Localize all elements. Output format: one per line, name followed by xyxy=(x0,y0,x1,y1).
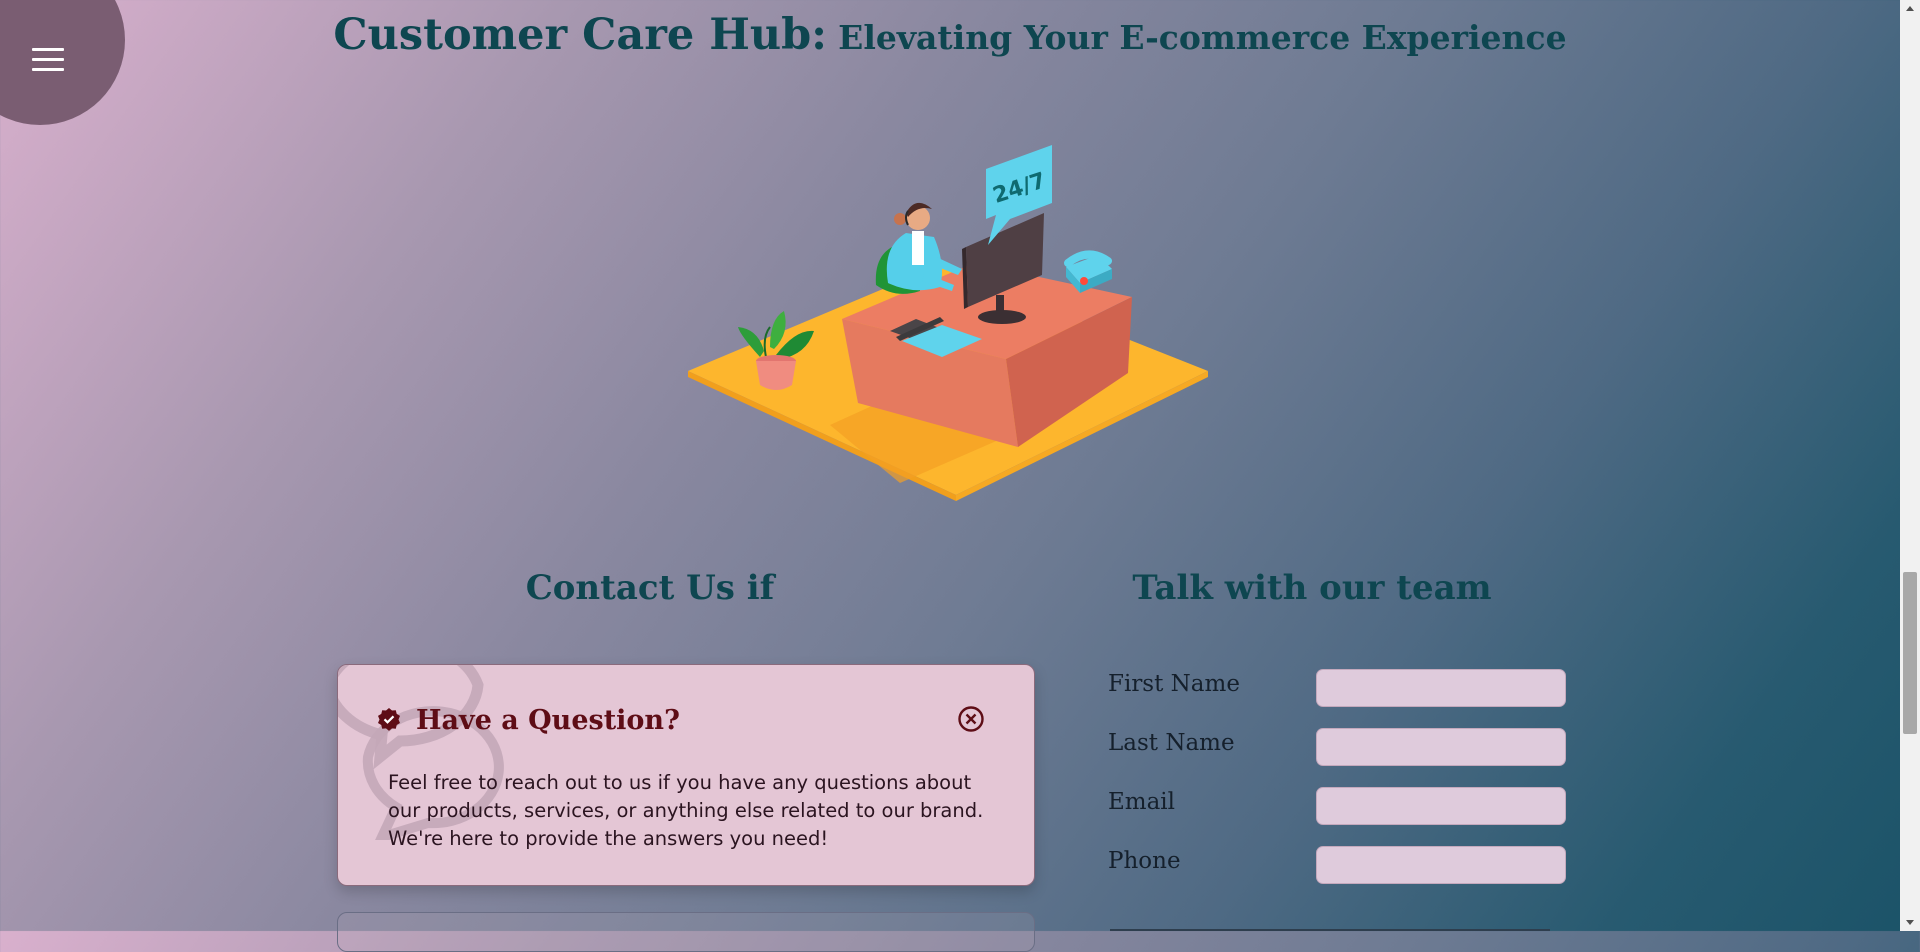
faq-card-question[interactable]: Have a Question? Feel free to reach out … xyxy=(337,664,1035,886)
page-title: Customer Care Hub: Elevating Your E-comm… xyxy=(0,10,1900,60)
scrollbar-thumb[interactable] xyxy=(1903,572,1917,734)
scroll-up-arrow-icon[interactable] xyxy=(1900,0,1920,17)
page-scrollbar[interactable] xyxy=(1900,0,1920,931)
contact-heading: Contact Us if xyxy=(525,568,775,608)
page-title-sub: Elevating Your E-commerce Experience xyxy=(838,18,1567,57)
team-heading: Talk with our team xyxy=(1132,568,1492,608)
page-title-main: Customer Care Hub: xyxy=(333,10,828,60)
customer-support-illustration: 24/7 xyxy=(688,145,1208,501)
faq-card-next[interactable] xyxy=(337,912,1035,952)
scroll-down-arrow-icon[interactable] xyxy=(1900,914,1920,931)
card-title: Have a Question? xyxy=(416,705,680,736)
first-name-field[interactable] xyxy=(1316,669,1566,707)
phone-label: Phone xyxy=(1108,848,1181,874)
first-name-label: First Name xyxy=(1108,671,1240,697)
card-body: Feel free to reach out to us if you have… xyxy=(388,771,984,850)
email-field[interactable] xyxy=(1316,787,1566,825)
last-name-label: Last Name xyxy=(1108,730,1235,756)
verified-check-icon xyxy=(378,708,400,731)
phone-field[interactable] xyxy=(1316,846,1566,884)
email-label: Email xyxy=(1108,789,1176,815)
last-name-field[interactable] xyxy=(1316,728,1566,766)
close-icon[interactable] xyxy=(957,705,985,733)
